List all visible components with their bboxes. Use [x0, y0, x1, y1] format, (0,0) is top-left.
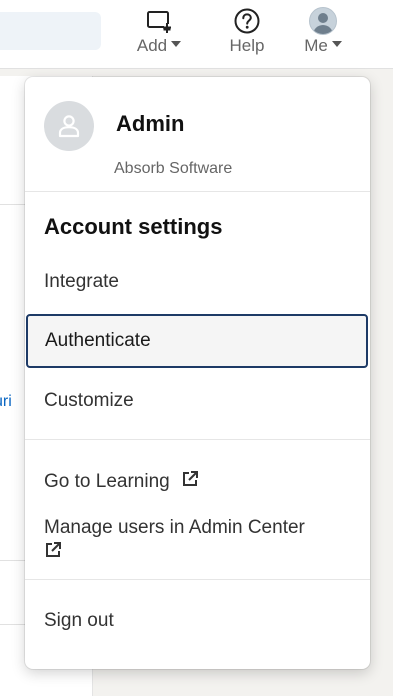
manage-users-link[interactable]: Manage users in Admin Center — [44, 517, 305, 565]
go-to-learning-link[interactable]: Go to Learning — [44, 470, 199, 494]
profile-header: Admin Absorb Software — [25, 77, 370, 192]
external-link-icon — [175, 470, 199, 494]
add-content-icon — [145, 6, 173, 36]
top-nav-bar: Add Help Me — [0, 0, 393, 69]
help-nav-button[interactable]: Help — [222, 6, 272, 56]
manage-users-label: Manage users in Admin Center — [44, 517, 305, 538]
search-input[interactable] — [0, 12, 101, 50]
organization-name: Absorb Software — [114, 160, 233, 177]
background-link-fragment[interactable]: curi — [0, 393, 12, 411]
go-to-learning-label: Go to Learning — [44, 471, 170, 492]
help-nav-label: Help — [229, 36, 265, 55]
menu-item-authenticate[interactable]: Authenticate — [26, 314, 368, 368]
help-icon — [233, 6, 261, 36]
external-link-icon — [44, 539, 62, 565]
me-nav-button[interactable]: Me — [298, 6, 348, 56]
divider — [25, 579, 370, 580]
chevron-down-icon — [171, 41, 182, 47]
divider — [25, 439, 370, 440]
add-nav-button[interactable]: Add — [130, 6, 188, 56]
chevron-down-icon — [331, 41, 342, 47]
section-title: Account settings — [44, 214, 223, 239]
avatar — [309, 7, 337, 35]
account-dropdown-menu: Admin Absorb Software Account settings I… — [25, 77, 370, 669]
user-avatar-icon — [44, 101, 94, 151]
me-nav-label: Me — [304, 36, 328, 55]
user-name: Admin — [116, 111, 185, 136]
menu-item-customize[interactable]: Customize — [44, 390, 134, 412]
sign-out-button[interactable]: Sign out — [44, 610, 114, 632]
add-nav-label: Add — [136, 36, 168, 55]
menu-item-integrate[interactable]: Integrate — [44, 271, 119, 293]
